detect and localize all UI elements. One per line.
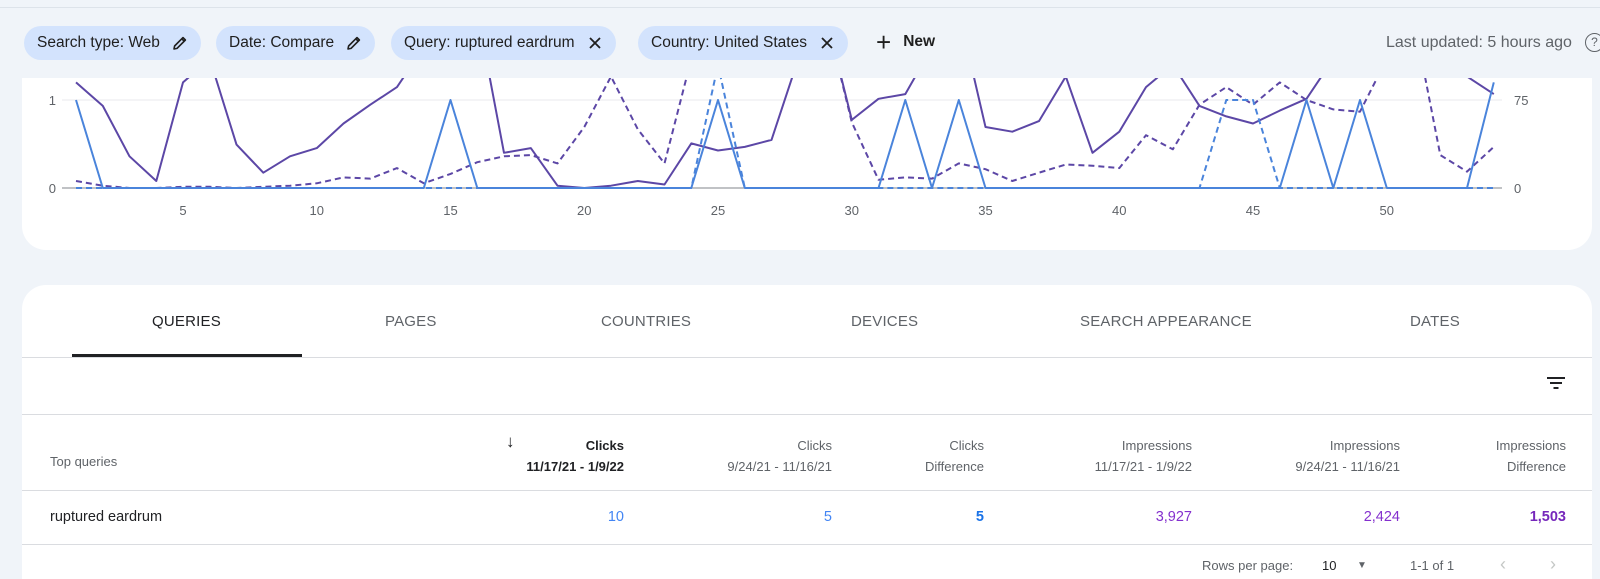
- clicks-difference-cell: 5: [975, 509, 984, 525]
- filter-chip-country[interactable]: Country: United States: [638, 26, 848, 60]
- tab-countries[interactable]: COUNTRIES: [601, 313, 691, 330]
- column-header-label: Impressions: [1121, 438, 1192, 453]
- impressions-dashed-series-line: [75, 78, 1495, 189]
- filter-chip-label: Search type: Web: [37, 34, 160, 51]
- x-tick-label: 40: [1112, 203, 1126, 218]
- report-tabs: QUERIES PAGES COUNTRIES DEVICES SEARCH A…: [22, 285, 1592, 358]
- column-header-label: Impressions: [1495, 438, 1566, 453]
- rows-per-page-select[interactable]: 10: [1322, 558, 1336, 573]
- tab-devices[interactable]: DEVICES: [851, 313, 918, 330]
- x-tick-label: 45: [1246, 203, 1260, 218]
- new-filter-label: New: [903, 33, 936, 50]
- x-tick-label: 15: [443, 203, 457, 218]
- impressions-difference-cell: 1,503: [1529, 509, 1566, 525]
- filter-chip-label: Query: ruptured eardrum: [404, 34, 575, 51]
- tab-queries[interactable]: QUERIES: [152, 313, 221, 330]
- clicks-current-cell: 10: [607, 509, 624, 525]
- next-page-icon[interactable]: ›: [1550, 554, 1556, 575]
- impressions-current-cell: 3,927: [1155, 509, 1192, 525]
- column-header-clicks-current[interactable]: Clicks 11/17/21 - 1/9/22: [526, 435, 624, 477]
- column-header-label: Clicks: [585, 438, 624, 453]
- filter-list-icon[interactable]: [1545, 372, 1567, 394]
- column-header-clicks-difference[interactable]: Clicks Difference: [925, 435, 984, 477]
- close-icon[interactable]: [819, 35, 835, 51]
- filter-chip-search-type[interactable]: Search type: Web: [24, 26, 201, 60]
- y-left-tick-label: 0: [49, 181, 56, 196]
- pagination-bar: Rows per page: 10 ▼ 1-1 of 1 ‹ ›: [22, 546, 1592, 579]
- y-right-tick-label: 75: [1514, 93, 1528, 108]
- table-row[interactable]: ruptured eardrum 10 5 5 3,927 2,424 1,50…: [22, 491, 1592, 545]
- x-tick-label: 25: [711, 203, 725, 218]
- filter-chip-label: Date: Compare: [229, 34, 335, 51]
- pagination-range: 1-1 of 1: [1410, 558, 1455, 573]
- tab-dates[interactable]: DATES: [1410, 313, 1460, 330]
- column-header-sublabel: 11/17/21 - 1/9/22: [526, 459, 624, 474]
- clicks-previous-cell: 5: [823, 509, 832, 525]
- column-header-label: Clicks: [797, 438, 832, 453]
- x-tick-label: 5: [179, 203, 186, 218]
- edit-icon[interactable]: [172, 35, 188, 51]
- column-header-sublabel: Difference: [1506, 459, 1566, 474]
- filter-bar: Search type: Web Date: Compare Query: ru…: [0, 24, 1600, 62]
- clicks-dashed-series-line: [76, 78, 1494, 189]
- column-header-sublabel: 9/24/21 - 11/16/21: [1295, 459, 1400, 474]
- previous-page-icon[interactable]: ‹: [1500, 554, 1506, 575]
- arrow-down-icon[interactable]: ↓: [506, 432, 515, 452]
- x-tick-label: 10: [310, 203, 324, 218]
- column-header-clicks-previous[interactable]: Clicks 9/24/21 - 11/16/21: [727, 435, 832, 477]
- column-header-top-queries: Top queries: [50, 451, 117, 472]
- plus-icon: +: [876, 27, 892, 57]
- impressions-solid-series-line: [75, 78, 1495, 189]
- column-header-impressions-current[interactable]: Impressions 11/17/21 - 1/9/22: [1095, 435, 1192, 477]
- column-header-sublabel: 11/17/21 - 1/9/22: [1094, 459, 1192, 474]
- column-header-impressions-difference[interactable]: Impressions Difference: [1496, 435, 1566, 477]
- tab-pages[interactable]: PAGES: [385, 313, 437, 330]
- x-tick-label: 50: [1380, 203, 1394, 218]
- close-icon[interactable]: [587, 35, 603, 51]
- active-tab-indicator: [72, 354, 302, 357]
- chart-svg: 010755 10 15 20 25 30 35 40 45 50: [49, 78, 1528, 218]
- new-filter-button[interactable]: + New: [876, 27, 936, 57]
- table-header: Top queries ↓ Clicks 11/17/21 - 1/9/22 C…: [22, 415, 1592, 491]
- column-header-sublabel: Difference: [924, 459, 984, 474]
- last-updated-text: Last updated: 5 hours ago: [1386, 34, 1572, 51]
- column-header-label: Clicks: [949, 438, 984, 453]
- table-filter-row: [22, 358, 1592, 415]
- filter-chip-query[interactable]: Query: ruptured eardrum: [391, 26, 616, 60]
- query-cell[interactable]: ruptured eardrum: [50, 509, 162, 525]
- dropdown-arrow-icon[interactable]: ▼: [1357, 560, 1367, 571]
- x-tick-label: 30: [845, 203, 859, 218]
- report-table-card: QUERIES PAGES COUNTRIES DEVICES SEARCH A…: [22, 285, 1592, 579]
- x-tick-label: 35: [978, 203, 992, 218]
- y-right-tick-label: 0: [1514, 181, 1521, 196]
- x-tick-label: 20: [577, 203, 591, 218]
- column-header-label: Impressions: [1329, 438, 1400, 453]
- performance-chart: 0 1 0 75 5 10 15 20 25 30 35 40 45 50: [22, 78, 1592, 250]
- help-icon[interactable]: ?: [1585, 33, 1600, 52]
- impressions-previous-cell: 2,424: [1363, 509, 1400, 525]
- column-header-sublabel: 9/24/21 - 11/16/21: [727, 459, 832, 474]
- y-left-tick-label: 1: [49, 93, 56, 108]
- column-header-impressions-previous[interactable]: Impressions 9/24/21 - 11/16/21: [1295, 435, 1400, 477]
- tab-search-appearance[interactable]: SEARCH APPEARANCE: [1080, 313, 1252, 330]
- rows-per-page-label: Rows per page:: [1202, 558, 1294, 573]
- filter-chip-date[interactable]: Date: Compare: [216, 26, 376, 60]
- column-header-label: Top queries: [50, 454, 118, 469]
- edit-icon[interactable]: [346, 35, 362, 51]
- top-divider: [0, 7, 1600, 8]
- filter-chip-label: Country: United States: [651, 34, 807, 51]
